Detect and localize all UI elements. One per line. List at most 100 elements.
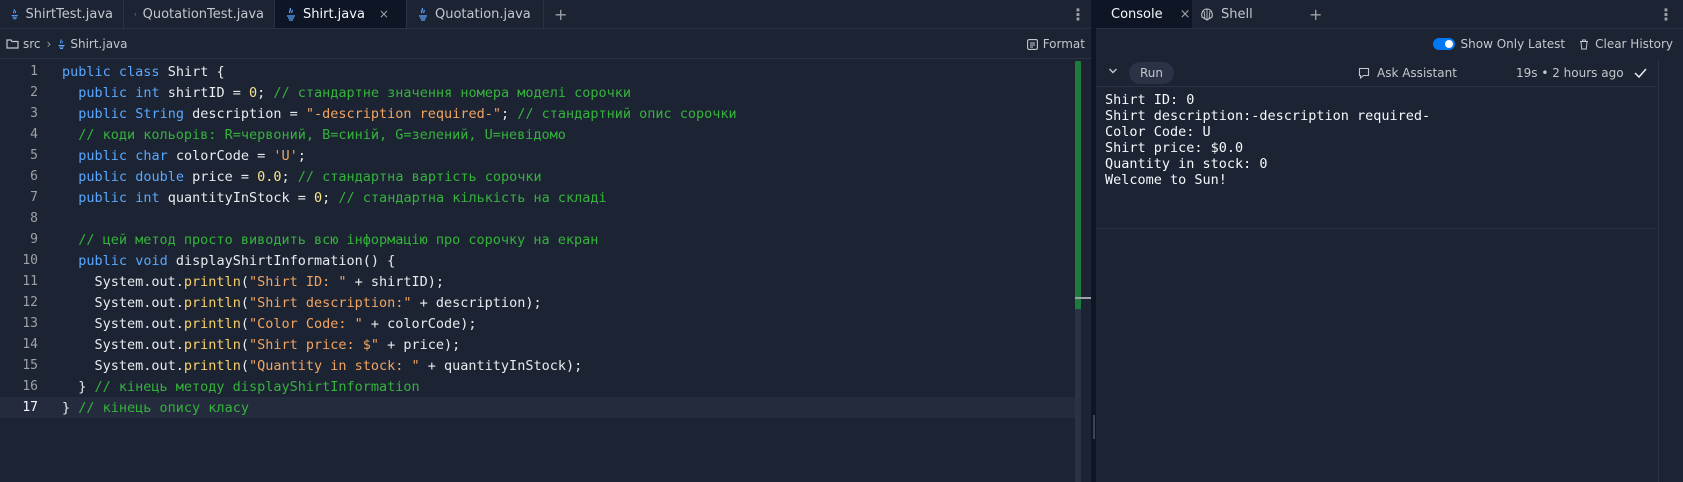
- code-token: // кінець опису класу: [78, 399, 249, 416]
- code-line[interactable]: 16 } // кінець методу displayShirtInform…: [0, 376, 1075, 397]
- code-line[interactable]: 17} // кінець опису класу: [0, 397, 1075, 418]
- close-icon[interactable]: ×: [1180, 7, 1191, 22]
- line-number: 15: [22, 358, 38, 373]
- java-file-icon: [11, 8, 18, 20]
- line-number: 12: [22, 295, 38, 310]
- code-line[interactable]: 11 System.out.println("Shirt ID: " + shi…: [0, 271, 1075, 292]
- code-text: System.out.println("Shirt ID: " + shirtI…: [62, 273, 445, 290]
- code-line[interactable]: 2 public int shirtID = 0; // стандартне …: [0, 82, 1075, 103]
- code-line[interactable]: 8: [0, 208, 1075, 229]
- code-token: Shirt {: [159, 63, 225, 80]
- code-text: public char colorCode = 'U';: [62, 148, 306, 164]
- code-token: println: [183, 336, 241, 353]
- console-scrollbar[interactable]: [1658, 59, 1659, 482]
- format-label: Format: [1042, 37, 1085, 51]
- console-output: Shirt ID: 0 Shirt description:-descripti…: [1105, 92, 1430, 188]
- breadcrumb-file[interactable]: Shirt.java: [70, 37, 127, 51]
- code-line[interactable]: 12 System.out.println("Shirt description…: [0, 292, 1075, 313]
- code-text: } // кінець методу displayShirtInformati…: [62, 378, 420, 395]
- code-token: println: [183, 357, 241, 374]
- code-line[interactable]: 7 public int quantityInStock = 0; // ста…: [0, 187, 1075, 208]
- tab-console[interactable]: Console ×: [1096, 0, 1192, 28]
- code-token: + description);: [411, 294, 542, 311]
- console-pane: Console × Shell + ⋮ Show Only Latest Cle…: [1096, 0, 1683, 482]
- breadcrumb-folder[interactable]: src: [23, 37, 41, 51]
- code-token: price =: [183, 168, 258, 185]
- tab-shirttest-java[interactable]: ShirtTest.java: [0, 0, 124, 28]
- ask-assistant-label: Ask Assistant: [1377, 66, 1457, 80]
- code-line[interactable]: 6 public double price = 0.0; // стандарт…: [0, 166, 1075, 187]
- code-line[interactable]: 13 System.out.println("Color Code: " + c…: [0, 313, 1075, 334]
- code-line[interactable]: 9 // цей метод просто виводить всю інфор…: [0, 229, 1075, 250]
- console-header: Show Only Latest Clear History: [1096, 29, 1683, 59]
- code-line[interactable]: 1 public class Shirt {: [0, 61, 1075, 82]
- format-button[interactable]: Format: [1026, 29, 1085, 59]
- code-line[interactable]: 3 public String description = "-descript…: [0, 103, 1075, 124]
- code-line[interactable]: 14 System.out.println("Shirt price: $" +…: [0, 334, 1075, 355]
- console-tab-bar: Console × Shell + ⋮: [1096, 0, 1683, 29]
- code-token: + quantityInStock);: [419, 357, 583, 374]
- code-text: public double price = 0.0; // стандартна…: [62, 168, 541, 185]
- code-editor[interactable]: 1 public class Shirt {2 public int shirtI…: [0, 61, 1075, 418]
- code-token: int: [135, 84, 160, 101]
- code-token: public: [62, 63, 111, 80]
- code-line[interactable]: 4 // коди кольорів: R=червоний, B=синій,…: [0, 124, 1075, 145]
- editor-pane: ShirtTest.java QuotationTest.java Shirt.…: [0, 0, 1091, 482]
- tab-label: Quotation.java: [435, 6, 531, 22]
- tab-shell[interactable]: Shell: [1192, 0, 1302, 28]
- code-token: public: [78, 105, 128, 122]
- console-menu-icon[interactable]: ⋮: [1658, 0, 1674, 28]
- show-only-latest-toggle[interactable]: Show Only Latest: [1432, 37, 1565, 51]
- code-token: shirtID =: [159, 84, 249, 101]
- close-icon[interactable]: ×: [379, 7, 389, 21]
- java-file-icon: [134, 12, 137, 16]
- output-line: Color Code: U: [1105, 124, 1211, 140]
- add-tab-icon[interactable]: +: [554, 0, 567, 28]
- breadcrumb-separator: ›: [46, 36, 52, 51]
- code-token: "Quantity in stock: ": [248, 357, 420, 374]
- tab-shirt-java[interactable]: Shirt.java ×: [275, 0, 407, 28]
- chat-icon: [1358, 67, 1370, 79]
- code-line[interactable]: 15 System.out.println("Quantity in stock…: [0, 355, 1075, 376]
- editor-menu-icon[interactable]: ⋮: [1070, 0, 1086, 28]
- ask-assistant-button[interactable]: Ask Assistant: [1358, 59, 1457, 87]
- code-line[interactable]: 10 public void displayShirtInformation()…: [0, 250, 1075, 271]
- java-file-icon: [287, 7, 295, 21]
- add-tab-icon[interactable]: +: [1309, 0, 1322, 28]
- code-token: System.out.: [62, 294, 184, 311]
- run-entry-header: Run Ask Assistant 19s • 2 hours ago: [1096, 59, 1656, 87]
- code-token: ;: [500, 105, 518, 122]
- code-line[interactable]: 5 public char colorCode = 'U';: [0, 145, 1075, 166]
- tab-label: ShirtTest.java: [25, 6, 113, 22]
- tab-quotationtest-java[interactable]: QuotationTest.java: [124, 0, 275, 28]
- code-token: void: [135, 252, 168, 269]
- line-number: 16: [22, 379, 38, 394]
- clear-history-button[interactable]: Clear History: [1579, 37, 1673, 51]
- code-token: }: [62, 378, 95, 395]
- output-line: Shirt ID: 0: [1105, 92, 1195, 108]
- output-divider: [1096, 228, 1656, 229]
- scrollbar-thumb[interactable]: [1075, 61, 1081, 309]
- line-number: 8: [30, 211, 38, 226]
- run-badge[interactable]: Run: [1129, 62, 1175, 84]
- editor-scrollbar[interactable]: [1075, 61, 1091, 482]
- toggle-switch[interactable]: [1432, 38, 1455, 50]
- code-text: } // кінець опису класу: [62, 400, 249, 416]
- chevron-down-icon[interactable]: [1108, 65, 1118, 79]
- java-file-icon: [419, 7, 427, 21]
- tab-quotation-java[interactable]: Quotation.java: [407, 0, 544, 28]
- code-token: "Shirt description:": [248, 294, 412, 311]
- code-token: // кінець методу displayShirtInformation: [94, 378, 420, 395]
- code-token: println: [183, 273, 241, 290]
- resize-handle[interactable]: [1093, 415, 1095, 439]
- code-token: // стандартний опис сорочки: [517, 105, 737, 122]
- line-number: 1: [30, 64, 38, 79]
